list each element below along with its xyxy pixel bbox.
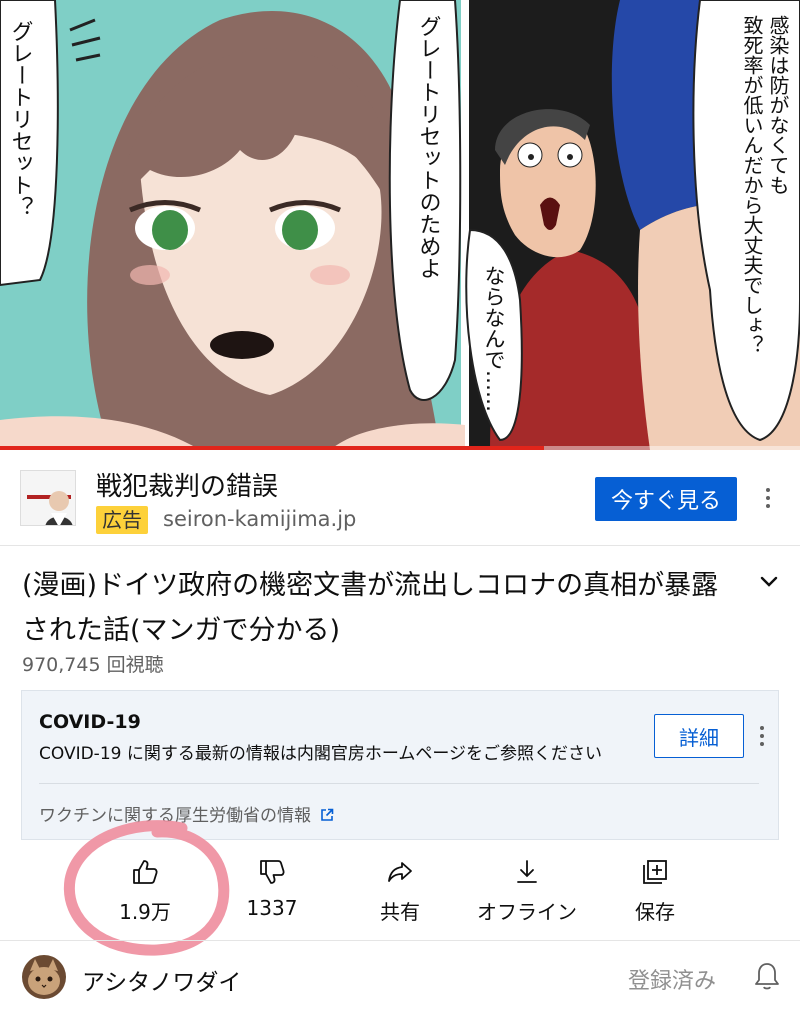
avatar[interactable] [22, 955, 66, 999]
thumbs-down-icon [260, 860, 285, 884]
share-icon [388, 862, 412, 882]
ad-logo[interactable] [20, 470, 76, 526]
chevron-down-icon[interactable] [758, 570, 780, 592]
covid-heading: COVID-19 [39, 711, 141, 733]
divider [39, 783, 759, 784]
video-player[interactable]: グレートリセット？ グレートリセットのためよ ならなんで…… 感染は防がなくても… [0, 0, 800, 450]
save-button[interactable]: 保存 [590, 858, 720, 938]
share-button[interactable]: 共有 [335, 858, 465, 938]
vaccine-info-link-label[interactable]: ワクチンに関する厚生労働省の情報 [39, 806, 311, 826]
dislike-button[interactable]: 1337 [207, 858, 337, 938]
offline-button[interactable]: オフライン [462, 858, 592, 938]
video-title[interactable]: (漫画)ドイツ政府の機密文書が流出しコロナの真相が暴露された話(マンガで分かる) [22, 563, 742, 653]
ad-domain: seiron-kamijima.jp [163, 507, 357, 531]
view-count: 970,745 回視聴 [22, 654, 164, 676]
subscribed-button[interactable]: 登録済み [628, 963, 716, 995]
like-count: 1.9万 [119, 900, 171, 924]
ad-title[interactable]: 戦犯裁判の錯誤 [96, 466, 278, 503]
dislike-count: 1337 [246, 896, 298, 920]
watch-now-button[interactable]: 今すぐ見る [595, 477, 737, 521]
manga-text-right-b2: 致死率が低いんだから大丈夫でしょ？ [740, 15, 764, 355]
share-label: 共有 [380, 900, 420, 924]
thumbs-up-icon [133, 860, 158, 884]
action-bar: 1.9万 1337 共有 オフライン 保存 [0, 850, 800, 940]
save-label: 保存 [635, 900, 675, 924]
details-button[interactable]: 詳細 [654, 714, 744, 758]
add-to-playlist-icon [643, 860, 667, 884]
download-icon [517, 860, 537, 883]
covid-more-icon[interactable] [752, 716, 772, 756]
video-frame-manga: グレートリセット？ グレートリセットのためよ ならなんで…… 感染は防がなくても… [0, 0, 800, 450]
offline-label: オフライン [477, 900, 577, 924]
covid-info-panel: COVID-19 COVID-19 に関する最新の情報は内閣官房ホームページをご… [21, 690, 779, 840]
channel-name[interactable]: アシタノワダイ [82, 963, 241, 997]
covid-body-text: COVID-19 に関する最新の情報は内閣官房ホームページをご参照ください [39, 744, 603, 764]
ad-more-icon[interactable] [758, 478, 778, 518]
manga-text-right-b1: 感染は防がなくても [766, 15, 790, 195]
manga-text-right-a: ならなんで…… [482, 265, 506, 412]
like-button[interactable]: 1.9万 [80, 858, 210, 938]
manga-text-center: グレートリセットのためよ [416, 15, 441, 279]
channel-row[interactable]: アシタノワダイ 登録済み [0, 940, 800, 1023]
vaccine-info-link[interactable]: ワクチンに関する厚生労働省の情報 [39, 801, 334, 826]
ad-row[interactable]: 戦犯裁判の錯誤 広告 seiron-kamijima.jp 今すぐ見る [0, 450, 800, 546]
ad-badge: 広告 [96, 506, 148, 534]
notification-bell-icon[interactable] [754, 961, 780, 991]
manga-text-left: グレートリセット？ [8, 20, 33, 218]
external-link-icon [321, 808, 334, 821]
